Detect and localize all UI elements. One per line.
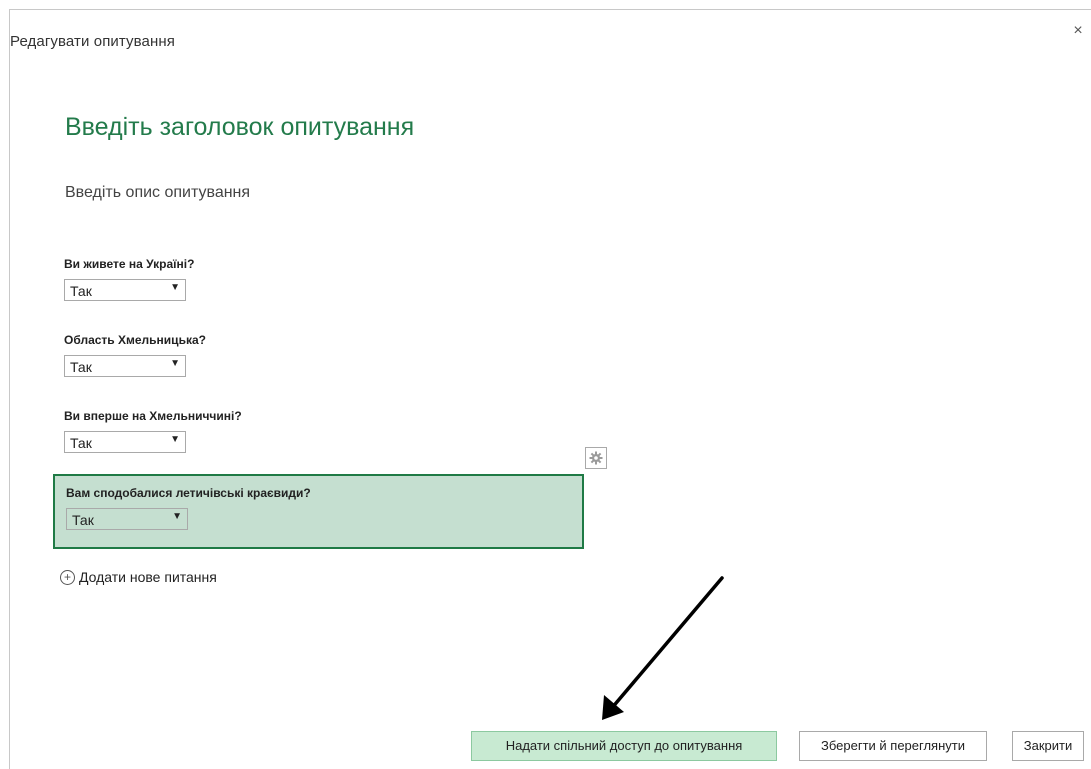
gear-icon bbox=[589, 451, 603, 465]
dropdown-value: Так bbox=[70, 283, 92, 299]
question-item-selected[interactable]: Вам сподобалися летичівські краєвиди? Та… bbox=[53, 474, 584, 549]
question-label: Область Хмельницька? bbox=[64, 333, 206, 347]
chevron-down-icon: ▼ bbox=[172, 511, 182, 522]
chevron-down-icon: ▼ bbox=[170, 358, 180, 369]
save-and-view-button[interactable]: Зберегти й переглянути bbox=[799, 731, 987, 761]
question-settings-button[interactable] bbox=[585, 447, 607, 469]
question-label: Ви живете на Україні? bbox=[64, 257, 195, 271]
dropdown-value: Так bbox=[70, 435, 92, 451]
survey-description[interactable]: Введіть опис опитування bbox=[65, 184, 250, 202]
question-label: Ви вперше на Хмельниччині? bbox=[64, 409, 242, 423]
dropdown-value: Так bbox=[70, 359, 92, 375]
dropdown-value: Так bbox=[72, 512, 94, 528]
chevron-down-icon: ▼ bbox=[170, 434, 180, 445]
question-item[interactable]: Ви вперше на Хмельниччині? Так ▼ bbox=[53, 399, 584, 463]
close-icon[interactable]: × bbox=[1071, 23, 1085, 39]
question-item[interactable]: Ви живете на Україні? Так ▼ bbox=[53, 247, 584, 311]
question-item[interactable]: Область Хмельницька? Так ▼ bbox=[53, 323, 584, 387]
close-button[interactable]: Закрити bbox=[1012, 731, 1084, 761]
add-question-button[interactable]: + Додати нове питання bbox=[60, 569, 217, 585]
answer-dropdown[interactable]: Так ▼ bbox=[66, 508, 188, 530]
question-label: Вам сподобалися летичівські краєвиди? bbox=[66, 486, 311, 500]
answer-dropdown[interactable]: Так ▼ bbox=[64, 431, 186, 453]
chevron-down-icon: ▼ bbox=[170, 282, 180, 293]
share-survey-button[interactable]: Надати спільний доступ до опитування bbox=[471, 731, 777, 761]
answer-dropdown[interactable]: Так ▼ bbox=[64, 355, 186, 377]
plus-circle-icon: + bbox=[60, 569, 75, 585]
survey-title[interactable]: Введіть заголовок опитування bbox=[65, 113, 414, 142]
dialog-title: Редагувати опитування bbox=[10, 33, 175, 50]
answer-dropdown[interactable]: Так ▼ bbox=[64, 279, 186, 301]
add-question-label: Додати нове питання bbox=[79, 569, 217, 585]
